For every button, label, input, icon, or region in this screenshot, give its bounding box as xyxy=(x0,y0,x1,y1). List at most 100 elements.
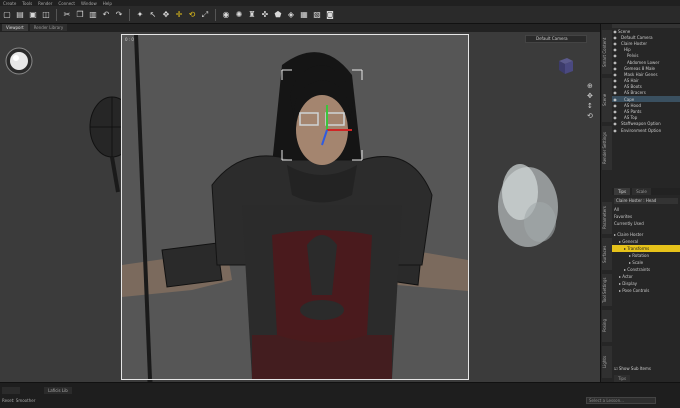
camera-select-label: Default Camera xyxy=(536,36,568,41)
scale-icon[interactable]: ⤢ xyxy=(200,10,210,20)
param-tree-item[interactable]: ▸ Claire Hoster xyxy=(612,231,680,238)
copy-icon[interactable]: ❐ xyxy=(75,10,85,20)
filter-favorites[interactable]: Favorites xyxy=(612,213,680,220)
3d-viewport[interactable]: 0 : 0 Default Camera ⊕ ✥ ↕ ⟲ xyxy=(0,32,600,382)
node-select-icon[interactable]: ↖ xyxy=(148,10,158,20)
param-tree-item[interactable]: ▸ Transforms xyxy=(612,245,680,252)
figure-icon[interactable]: ♜ xyxy=(247,10,257,20)
side-tab-surfaces[interactable]: Surfaces xyxy=(602,238,612,270)
parameters-panel: Claire Hoster : Head All Favorites Current… xyxy=(612,196,680,382)
show-sub-items-checkbox[interactable]: ☑ Show Sub Items xyxy=(612,365,651,372)
light-icon[interactable]: ✺ xyxy=(234,10,244,20)
svg-text:✥: ✥ xyxy=(587,92,593,100)
param-tree-item[interactable]: ▸ Constraints xyxy=(612,266,680,273)
universal-tool-icon[interactable]: ✥ xyxy=(161,10,171,20)
visibility-eye-icon[interactable]: ◉ xyxy=(612,35,618,40)
scene-tree-label: Environment Option xyxy=(621,127,662,133)
cut-icon[interactable]: ✂ xyxy=(62,10,72,20)
rotate-icon[interactable]: ⟲ xyxy=(187,10,197,20)
tab-tips-bottom[interactable]: Tips xyxy=(614,375,631,382)
paste-icon[interactable]: ▥ xyxy=(88,10,98,20)
tab-scale[interactable]: Scale xyxy=(632,188,651,195)
align-icon[interactable]: ✦ xyxy=(135,10,145,20)
scene-tree-label: Scene xyxy=(618,28,631,34)
node-dropdown[interactable]: Claire Hoster : Head xyxy=(614,198,678,204)
scene-tree-row[interactable]: ◉ Environment Option xyxy=(612,127,680,133)
tab-viewport[interactable]: Viewport xyxy=(2,24,28,31)
visibility-eye-icon[interactable]: ◉ xyxy=(612,128,618,133)
redo-icon[interactable]: ↷ xyxy=(114,10,124,20)
pose-icon[interactable]: ✜ xyxy=(260,10,270,20)
status-bar: Laficis Lib Reset: Smoother Select a Les… xyxy=(0,382,680,408)
render-icon[interactable]: ◫ xyxy=(41,10,51,20)
param-tree-item[interactable]: ▸ Rotation xyxy=(612,252,680,259)
camera-icon[interactable]: ◉ xyxy=(221,10,231,20)
visibility-eye-icon[interactable]: ◉ xyxy=(612,84,618,89)
menu-item-help[interactable]: Help xyxy=(103,1,112,6)
side-tab-render-settings[interactable]: Render Settings xyxy=(602,126,612,170)
viewport-nav-icons[interactable]: ⊕ ✥ ↕ ⟲ xyxy=(586,80,596,122)
param-tree-item[interactable]: ▸ General xyxy=(612,238,680,245)
tab-render-library[interactable]: Render Library xyxy=(29,24,68,31)
menu-item-create[interactable]: Create xyxy=(3,1,16,6)
param-tree-label: Display xyxy=(622,281,638,286)
visibility-eye-icon[interactable]: ◉ xyxy=(612,41,618,46)
character-figure xyxy=(122,34,468,380)
frame-label: 0 : 0 xyxy=(125,37,134,42)
visibility-eye-icon[interactable]: ◉ xyxy=(612,47,618,52)
lesson-select[interactable]: Select a Lesson... xyxy=(586,397,656,404)
filter-currently-used[interactable]: Currently Used xyxy=(612,220,680,227)
undo-icon[interactable]: ↶ xyxy=(101,10,111,20)
aux-view-icon[interactable]: ▧ xyxy=(312,10,322,20)
visibility-eye-icon[interactable]: ◉ xyxy=(612,109,618,114)
spot-render-icon[interactable]: ▦ xyxy=(299,10,309,20)
scene-tree-label: Abdomen Lower xyxy=(627,59,660,65)
visibility-eye-icon[interactable]: ◉ xyxy=(612,103,618,108)
visibility-eye-icon[interactable]: ◉ xyxy=(612,53,618,58)
view-orbit-gizmo[interactable] xyxy=(4,46,34,76)
side-tab-scene[interactable]: Scene xyxy=(602,78,612,122)
view-cube-icon[interactable] xyxy=(555,56,575,76)
new-file-icon[interactable]: ▢ xyxy=(2,10,12,20)
camera-select[interactable]: Default Camera xyxy=(525,35,587,43)
filter-all[interactable]: All xyxy=(612,206,680,213)
scene-tree-label: Claire Hoster xyxy=(621,40,647,46)
status-tab-library[interactable]: Laficis Lib xyxy=(44,387,72,394)
menu-item-render[interactable]: Render xyxy=(38,1,52,6)
scene-tree-label: Mask Hair Gener. xyxy=(624,71,659,77)
scene-tree-label: AS Bracers xyxy=(624,90,646,96)
param-tree-item[interactable]: ▸ Pose Controls xyxy=(612,287,680,294)
surface-icon[interactable]: ◈ xyxy=(286,10,296,20)
photo-icon[interactable]: ◙ xyxy=(325,10,335,20)
side-tab-tool-settings[interactable]: Tool Settings xyxy=(602,274,612,306)
visibility-eye-icon[interactable]: ◉ xyxy=(612,60,618,65)
save-icon[interactable]: ▣ xyxy=(28,10,38,20)
param-tree-item[interactable]: ▸ Display xyxy=(612,280,680,287)
visibility-eye-icon[interactable]: ◉ xyxy=(612,121,618,126)
status-tab-1[interactable] xyxy=(2,387,20,394)
visibility-eye-icon[interactable]: ◉ xyxy=(612,72,618,77)
visibility-eye-icon[interactable]: ◉ xyxy=(612,90,618,95)
side-tab-lights[interactable]: Lights xyxy=(602,346,612,378)
svg-text:⟲: ⟲ xyxy=(587,112,593,120)
tab-tips[interactable]: Tips xyxy=(614,188,631,195)
visibility-eye-icon[interactable]: ◉ xyxy=(612,66,618,71)
param-tree-label: Pose Controls xyxy=(622,288,650,293)
param-tree-item[interactable]: ▸ Actor xyxy=(612,273,680,280)
scene-tree-label: Pelvis xyxy=(627,53,639,59)
menu-item-window[interactable]: Window xyxy=(81,1,97,6)
side-tab-parameters[interactable]: Parameters xyxy=(602,202,612,234)
visibility-eye-icon[interactable]: ◉ xyxy=(612,78,618,83)
side-tab-posing[interactable]: Posing xyxy=(602,310,612,342)
side-tab-smart-content[interactable]: Smart Content xyxy=(602,30,612,74)
visibility-eye-icon[interactable]: ◉ xyxy=(612,115,618,120)
visibility-eye-icon[interactable]: ◉ xyxy=(612,97,618,102)
scene-tree-label: Cape xyxy=(624,96,635,102)
open-icon[interactable]: ▤ xyxy=(15,10,25,20)
menu-item-tools[interactable]: Tools xyxy=(22,1,32,6)
menu-item-connect[interactable]: Connect xyxy=(58,1,75,6)
main-toolbar: ▢ ▤ ▣ ◫ ✂ ❐ ▥ ↶ ↷ ✦ ↖ ✥ ✛ ⟲ ⤢ ◉ ✺ ♜ ✜ ⬟ ◈ ▦ ▧ ◙ xyxy=(0,6,680,24)
morph-icon[interactable]: ⬟ xyxy=(273,10,283,20)
translate-icon[interactable]: ✛ xyxy=(174,10,184,20)
param-tree-item[interactable]: ▸ Scale xyxy=(612,259,680,266)
